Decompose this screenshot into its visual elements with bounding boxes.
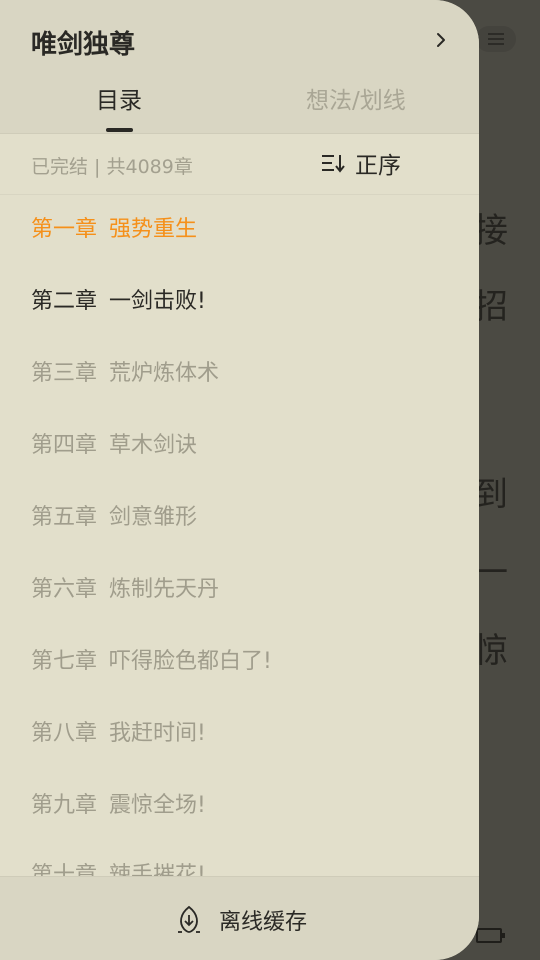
- chapter-title: 吓得脸色都白了!: [109, 649, 272, 674]
- offline-cache-button[interactable]: 离线缓存: [175, 905, 307, 935]
- chapter-item[interactable]: 第二章 一剑击败!: [31, 287, 206, 317]
- chapter-item[interactable]: 第八章 我赶时间!: [31, 719, 206, 749]
- page-text-fragment: 接: [474, 211, 508, 251]
- chapter-title: 一剑击败!: [109, 289, 206, 314]
- chapter-title: 荒炉炼体术: [109, 361, 220, 386]
- chapter-title: 辣手摧花!: [109, 863, 206, 876]
- completion-status: 已完结 | 共4089章: [31, 156, 193, 178]
- chapter-number: 第六章: [31, 577, 98, 602]
- chapter-item[interactable]: 第五章 剑意雏形: [31, 503, 197, 533]
- menu-icon: [476, 26, 516, 52]
- battery-icon: [476, 928, 505, 943]
- chapter-item[interactable]: 第七章 吓得脸色都白了!: [31, 647, 272, 677]
- chevron-right-icon[interactable]: [432, 30, 450, 50]
- download-leaf-icon: [178, 905, 200, 933]
- chapter-item[interactable]: 第四章 草木剑诀: [31, 431, 197, 461]
- chapter-list[interactable]: 第一章 强势重生 第二章 一剑击败! 第三章 荒炉炼体术 第四章 草木剑诀 第五章 剑意雏…: [0, 195, 479, 876]
- sort-order-button[interactable]: 正序: [320, 148, 401, 179]
- drawer-footer: 离线缓存: [0, 876, 479, 960]
- chapter-item[interactable]: 第十章 辣手摧花!: [31, 861, 206, 876]
- sort-ascending-icon: [322, 155, 345, 173]
- chapter-title: 剑意雏形: [109, 505, 198, 530]
- chapter-number: 第二章: [31, 289, 98, 314]
- tab-contents[interactable]: 目录: [96, 86, 142, 116]
- book-title[interactable]: 唯剑独尊: [31, 24, 135, 61]
- chapter-item[interactable]: 第三章 荒炉炼体术: [31, 359, 219, 389]
- toc-status-row: 已完结 | 共4089章 正序: [0, 134, 479, 195]
- toc-drawer: 唯剑独尊 目录 想法/划线 已完结 | 共4089章 正序 第一章 强势重生 第二…: [0, 0, 479, 960]
- chapter-number: 第八章: [31, 721, 98, 746]
- drawer-header: 唯剑独尊 目录 想法/划线: [0, 0, 479, 134]
- tab-notes-highlights[interactable]: 想法/划线: [306, 86, 406, 116]
- chapter-number: 第七章: [31, 649, 98, 674]
- chapter-number: 第三章: [31, 361, 98, 386]
- sort-order-label: 正序: [355, 153, 401, 179]
- chapter-item[interactable]: 第六章 炼制先天丹: [31, 575, 219, 605]
- chapter-title: 强势重生: [109, 217, 198, 242]
- chapter-number: 第一章: [31, 217, 98, 242]
- chapter-title: 震惊全场!: [109, 793, 206, 818]
- tab-indicator: [106, 128, 133, 132]
- chapter-number: 第九章: [31, 793, 98, 818]
- chapter-number: 第五章: [31, 505, 98, 530]
- chapter-number: 第四章: [31, 433, 98, 458]
- page-text-fragment: 一: [474, 553, 508, 593]
- chapter-title: 我赶时间!: [109, 721, 206, 746]
- chapter-title: 草木剑诀: [109, 433, 198, 458]
- chapter-item[interactable]: 第一章 强势重生: [31, 215, 197, 245]
- chapter-title: 炼制先天丹: [109, 577, 220, 602]
- page-text-fragment: 惊: [474, 631, 508, 671]
- chapter-number: 第十章: [31, 863, 98, 876]
- offline-cache-label: 离线缓存: [219, 910, 308, 935]
- chapter-item[interactable]: 第九章 震惊全场!: [31, 791, 206, 821]
- page-text-fragment: 招: [474, 287, 508, 327]
- page-text-fragment: 到: [474, 475, 508, 515]
